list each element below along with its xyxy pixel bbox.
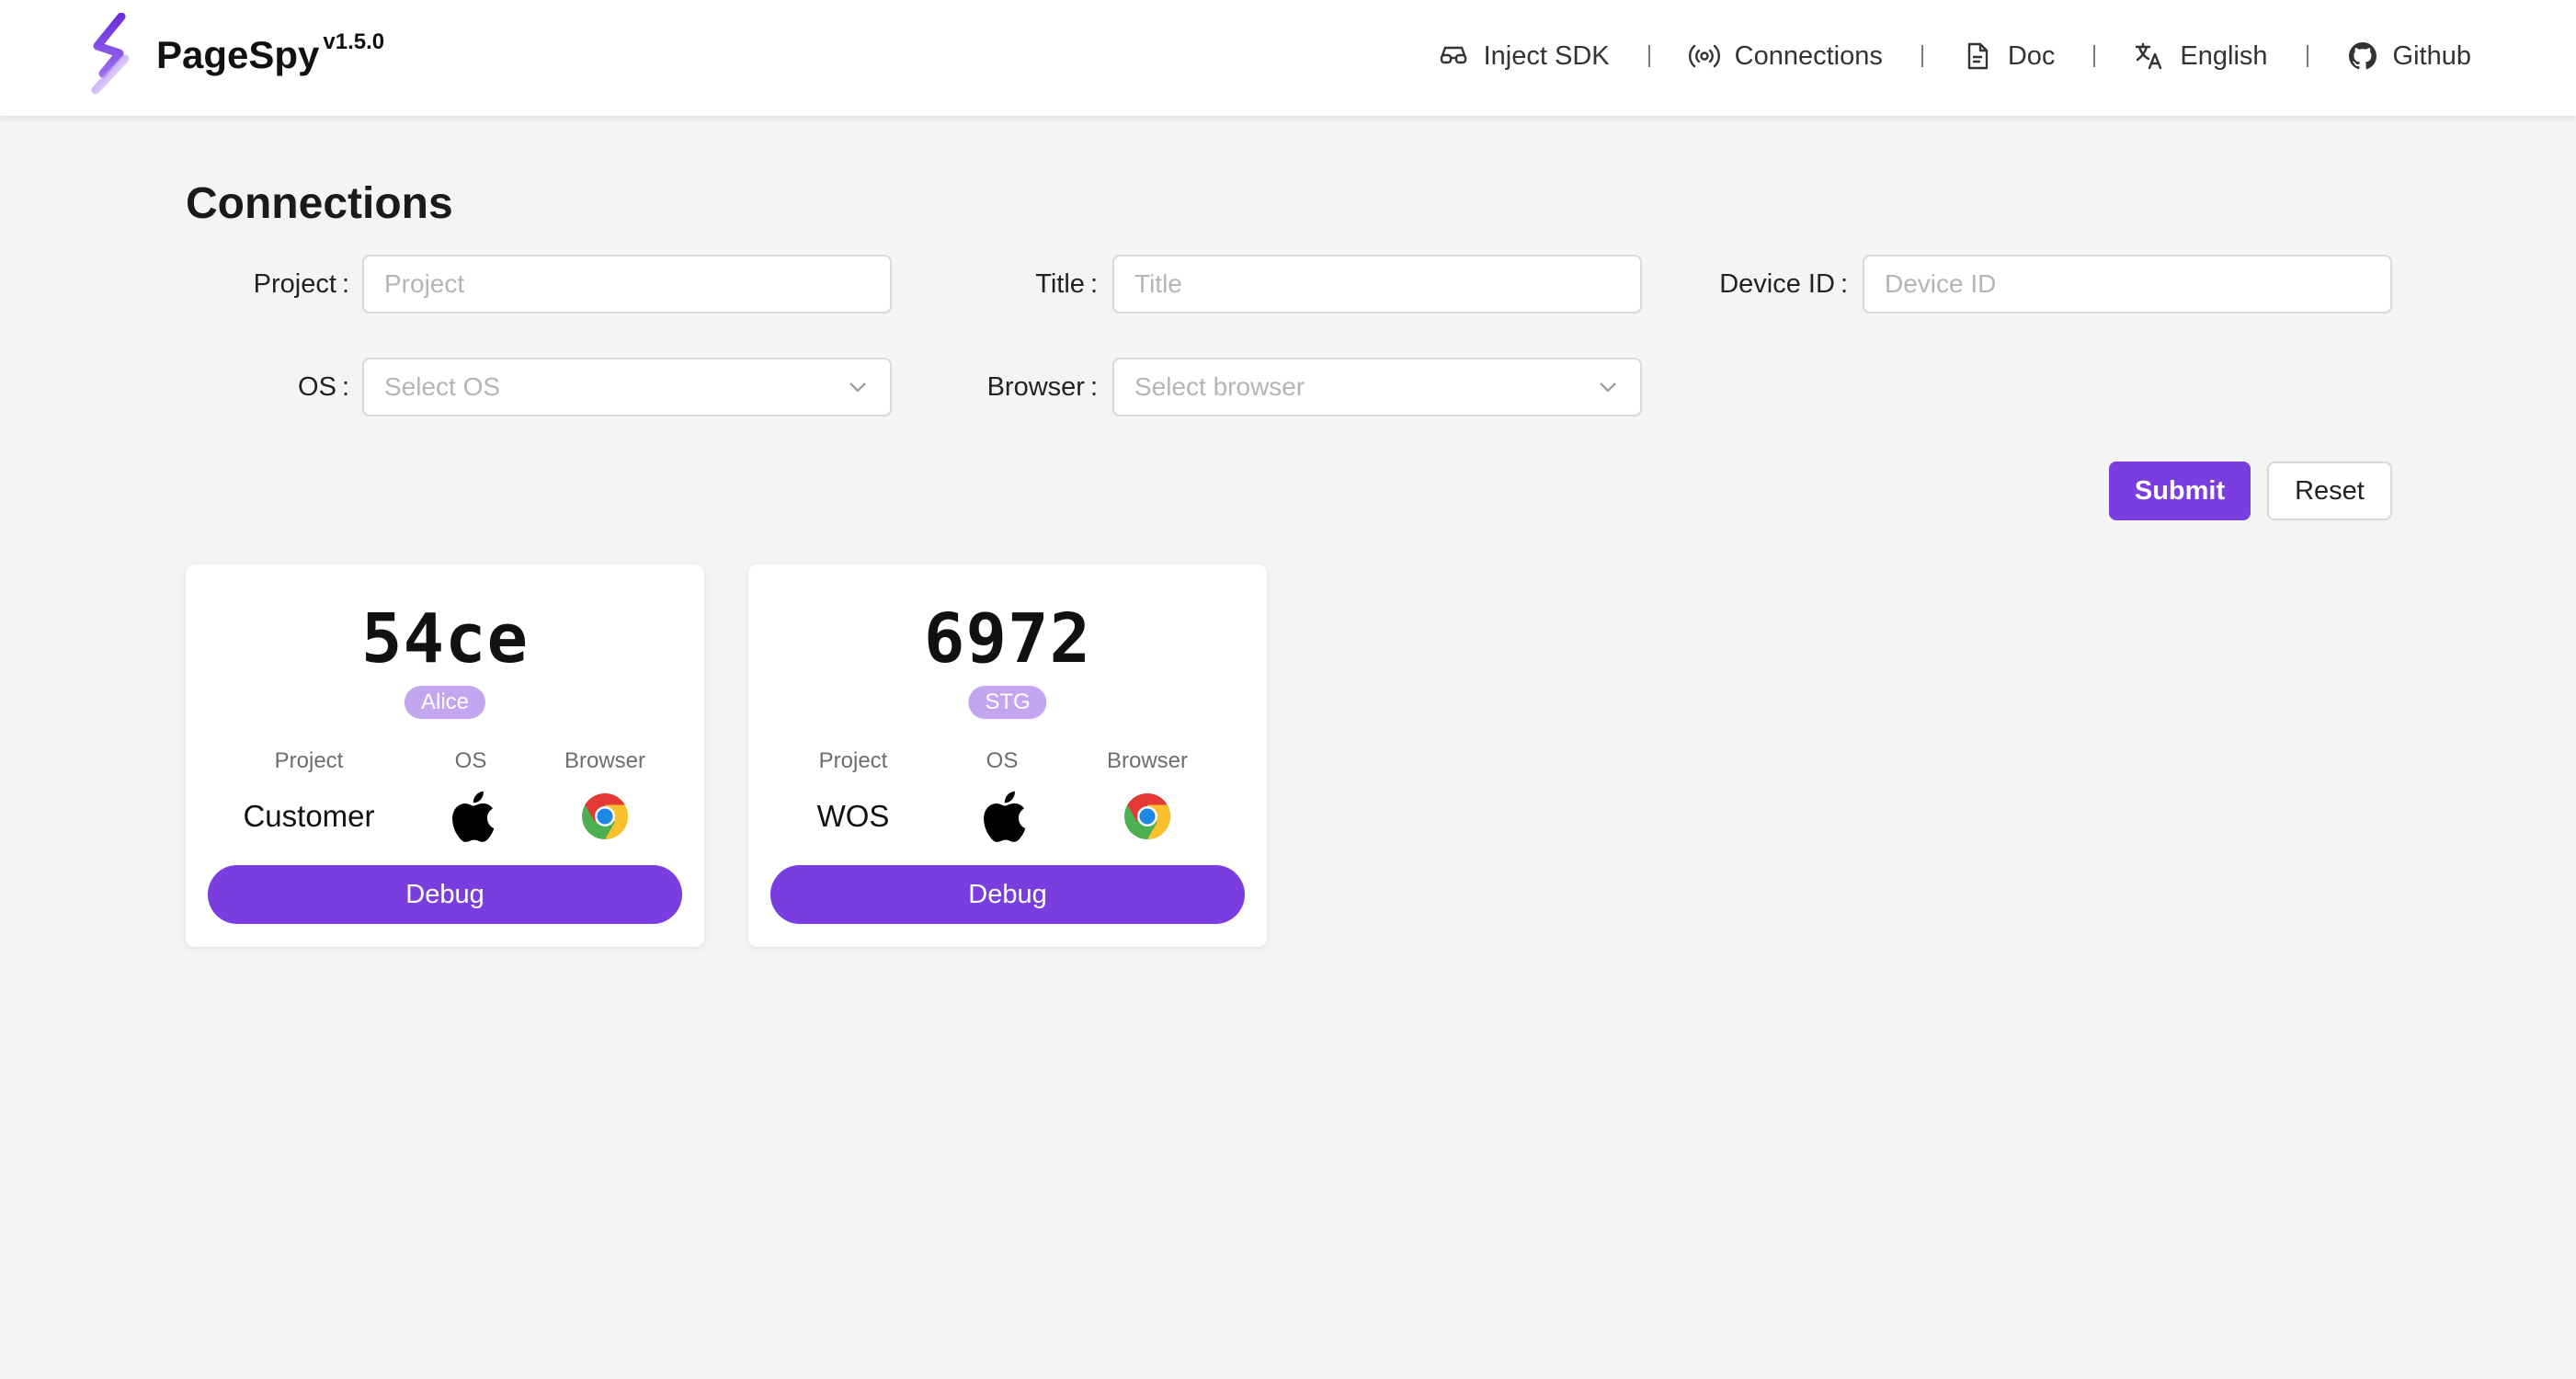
os-meta-label: OS	[454, 748, 487, 773]
translate-icon	[2136, 42, 2162, 70]
browser-select-placeholder: Select browser	[1134, 372, 1305, 401]
project-input[interactable]	[362, 255, 892, 313]
top-nav: Inject SDK Connections Doc English Githu…	[1438, 33, 2471, 79]
nav-divider	[2093, 45, 2096, 67]
top-header: PageSpy v1.5.0 Inject SDK Connections Do…	[0, 0, 2576, 116]
chrome-icon	[1118, 787, 1177, 846]
label-colon: :	[1089, 269, 1098, 299]
label-colon: :	[341, 372, 349, 402]
os-meta-label: OS	[986, 748, 1019, 773]
nav-label: English	[2180, 40, 2268, 71]
apple-icon	[973, 787, 1032, 846]
connection-card: 6972 STG Project OS Browser WOS Debug	[748, 564, 1267, 947]
label-colon: :	[1840, 269, 1848, 299]
connection-card: 54ce Alice Project OS Browser Customer D…	[186, 564, 704, 947]
nav-label: Github	[2392, 40, 2471, 71]
reset-button[interactable]: Reset	[2267, 462, 2392, 520]
connection-tag: Alice	[404, 686, 486, 719]
debug-button[interactable]: Debug	[770, 865, 1245, 924]
nav-github[interactable]: Github	[2347, 40, 2471, 72]
device-id-input[interactable]	[1863, 255, 2392, 313]
project-value: Customer	[243, 799, 375, 833]
browser-meta-label: Browser	[564, 748, 646, 773]
project-value: WOS	[816, 799, 890, 833]
chrome-icon	[576, 787, 634, 846]
submit-button[interactable]: Submit	[2109, 462, 2251, 520]
title-label-text: Title	[1035, 269, 1085, 299]
title-label: Title:	[965, 255, 1098, 313]
brand-version: v1.5.0	[323, 29, 385, 54]
nav-inject-sdk[interactable]: Inject SDK	[1438, 40, 1610, 72]
connection-id: 54ce	[360, 599, 530, 678]
connection-id: 6972	[923, 599, 1092, 678]
nav-divider	[1647, 45, 1650, 67]
brand-name: PageSpy	[156, 33, 320, 76]
label-colon: :	[1089, 372, 1098, 402]
os-select[interactable]: Select OS	[362, 358, 892, 416]
page-title: Connections	[186, 179, 453, 228]
os-label: OS:	[221, 358, 349, 416]
broadcast-icon	[1688, 44, 1720, 68]
connection-tag: STG	[968, 686, 1047, 719]
chevron-down-icon	[849, 382, 866, 393]
os-select-placeholder: Select OS	[384, 372, 501, 401]
device-id-label: Device ID:	[1682, 255, 1848, 313]
pagespy-logo-icon[interactable]	[85, 13, 140, 96]
project-meta-label: Project	[818, 748, 888, 773]
nav-label: Doc	[2007, 40, 2056, 71]
os-label-text: OS	[298, 372, 336, 402]
brand[interactable]: PageSpy v1.5.0	[156, 29, 384, 77]
chevron-down-icon	[1600, 382, 1616, 393]
nav-doc[interactable]: Doc	[1962, 40, 2056, 72]
github-icon	[2348, 42, 2377, 70]
nav-language[interactable]: English	[2134, 40, 2268, 72]
device-id-label-text: Device ID	[1719, 269, 1835, 299]
apple-icon	[441, 787, 500, 846]
project-label-text: Project	[253, 269, 336, 299]
nav-divider	[2306, 45, 2308, 67]
title-input[interactable]	[1112, 255, 1642, 313]
browser-select[interactable]: Select browser	[1112, 358, 1642, 416]
nav-divider	[1921, 45, 1923, 67]
browser-label-text: Browser	[986, 372, 1085, 402]
browser-label: Browser:	[956, 358, 1098, 416]
document-icon	[1967, 42, 1989, 70]
nav-connections[interactable]: Connections	[1688, 40, 1883, 72]
browser-meta-label: Browser	[1106, 748, 1189, 773]
nav-label: Inject SDK	[1483, 40, 1610, 71]
label-colon: :	[341, 269, 349, 299]
nav-label: Connections	[1734, 40, 1883, 71]
glasses-icon	[1440, 46, 1466, 64]
debug-button[interactable]: Debug	[208, 865, 682, 924]
project-label: Project:	[221, 255, 349, 313]
project-meta-label: Project	[274, 748, 344, 773]
